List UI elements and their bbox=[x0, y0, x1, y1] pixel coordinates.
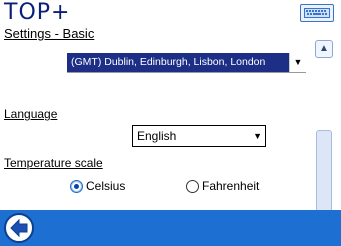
temperature-label: Temperature scale bbox=[4, 156, 103, 170]
radio-celsius[interactable]: Celsius bbox=[70, 179, 125, 193]
vertical-scrollbar[interactable]: ▲ ▼ bbox=[315, 38, 335, 236]
chevron-down-icon[interactable]: ▼ bbox=[289, 53, 306, 72]
language-value: English bbox=[137, 129, 177, 143]
page-title: Settings - Basic bbox=[4, 26, 95, 41]
scroll-up-button[interactable]: ▲ bbox=[315, 40, 333, 58]
app-logo: TOP+ bbox=[4, 0, 71, 25]
chevron-up-icon: ▲ bbox=[319, 43, 329, 54]
keyboard-icon bbox=[304, 8, 330, 18]
chevron-down-icon: ▼ bbox=[253, 131, 262, 141]
radio-unchecked-icon bbox=[186, 180, 199, 193]
radio-checked-icon bbox=[70, 180, 83, 193]
footer-bar bbox=[0, 210, 341, 246]
app-header: TOP+ Settings - Basic bbox=[0, 0, 341, 46]
timezone-value: (GMT) Dublin, Edinburgh, Lisbon, London bbox=[71, 56, 266, 68]
radio-celsius-label: Celsius bbox=[86, 179, 126, 193]
divider bbox=[67, 72, 306, 73]
radio-fahrenheit-label: Fahrenheit bbox=[202, 179, 260, 193]
keyboard-button[interactable] bbox=[300, 4, 334, 22]
scroll-thumb[interactable] bbox=[316, 130, 332, 216]
language-label: Language bbox=[4, 107, 58, 121]
back-arrow-icon bbox=[10, 218, 28, 238]
language-select[interactable]: English ▼ bbox=[132, 125, 266, 147]
timezone-select[interactable]: (GMT) Dublin, Edinburgh, Lisbon, London … bbox=[67, 53, 306, 72]
radio-fahrenheit[interactable]: Fahrenheit bbox=[186, 179, 259, 193]
back-button[interactable] bbox=[4, 213, 34, 243]
